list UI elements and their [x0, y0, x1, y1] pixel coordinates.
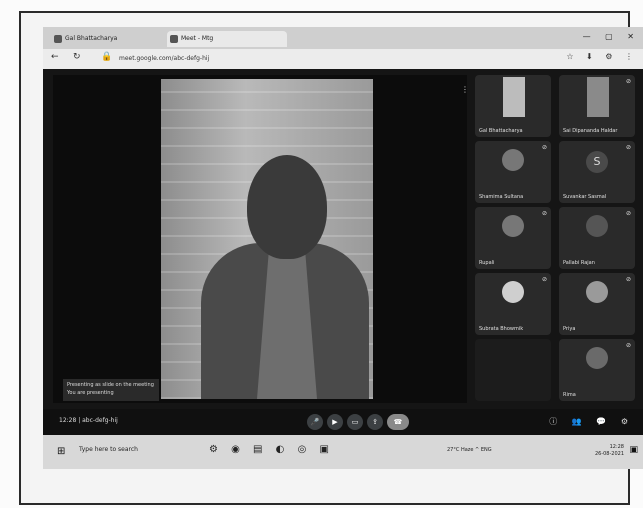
lock-icon: 🔒 — [101, 52, 113, 62]
url-field[interactable]: meet.google.com/abc-defg-hij — [119, 53, 499, 65]
notification-icon[interactable]: ▣ — [629, 445, 638, 455]
participant-initial: S — [586, 151, 608, 173]
present-button[interactable]: ⇪ — [367, 414, 383, 430]
participant-tile[interactable]: Shamima Sultana ⊘ — [475, 141, 551, 203]
clock-time: 12:28 — [609, 444, 624, 450]
window-controls[interactable]: — ▢ ✕ — [583, 32, 640, 41]
participant-avatar — [502, 149, 524, 171]
monitor-frame: Gal Bhattacharya Meet - Mtg — ▢ ✕ ← ↻ 🔒 … — [19, 11, 643, 505]
refresh-icon[interactable]: ↻ — [73, 52, 81, 62]
participant-name: Suvankar Sasmal — [563, 194, 607, 200]
participant-tile[interactable]: Subrata Bhowmik ⊘ — [475, 273, 551, 335]
mic-off-icon: ⊘ — [541, 210, 547, 217]
clock[interactable]: 12:28 26-08-2021 — [595, 444, 624, 458]
participant-tile[interactable]: S Suvankar Sasmal ⊘ — [559, 141, 635, 203]
taskbar-search[interactable]: Type here to search — [79, 446, 138, 453]
address-bar-row: ← ↻ 🔒 meet.google.com/abc-defg-hij ☆ ⬇ ⚙… — [43, 49, 643, 69]
speaker-video — [161, 79, 373, 399]
tab-1[interactable]: Gal Bhattacharya — [51, 31, 155, 47]
participant-name: Gal Bhattacharya — [479, 128, 523, 134]
meeting-code: 12:28 | abc-defg-hij — [59, 417, 118, 424]
camera-button[interactable]: ▶ — [327, 414, 343, 430]
clock-date: 26-08-2021 — [594, 451, 624, 457]
participant-name: Rima — [563, 392, 576, 398]
mic-off-icon: ⊘ — [541, 144, 547, 151]
captions-icon: ▭ — [351, 418, 359, 426]
back-icon[interactable]: ← — [51, 52, 59, 62]
meeting-area: ⋮ Presenting as slide on the meeting You… — [43, 69, 643, 409]
tab-2[interactable]: Meet - Mtg — [167, 31, 287, 47]
participant-avatar — [502, 281, 524, 303]
tab-2-label: Meet - Mtg — [181, 35, 214, 42]
participant-avatar — [586, 347, 608, 369]
participant-avatar — [586, 281, 608, 303]
participant-name: Rupali — [479, 260, 495, 266]
main-stage: ⋮ Presenting as slide on the meeting You… — [53, 75, 469, 403]
participant-tile[interactable]: Pallabi Rajan ⊘ — [559, 207, 635, 269]
leave-call-button[interactable]: ☎ — [387, 414, 409, 430]
participant-photo — [587, 77, 609, 117]
participant-tile[interactable]: Sai Dipananda Haldar ⊘ — [559, 75, 635, 137]
mic-off-icon: ⊘ — [625, 276, 631, 283]
mic-off-icon: ⊘ — [625, 210, 631, 217]
extension-icons[interactable]: ☆ ⬇ ⚙ ⋮ — [566, 52, 638, 61]
tab-favicon-icon — [54, 35, 62, 43]
mic-off-icon: ⊘ — [625, 144, 631, 151]
presenting-notice: Presenting as slide on the meeting You a… — [63, 379, 159, 401]
participant-tile[interactable]: Gal Bhattacharya — [475, 75, 551, 137]
windows-start-icon[interactable]: ⊞ — [57, 446, 65, 457]
participant-tile[interactable]: Rupali ⊘ — [475, 207, 551, 269]
meeting-controls: 12:28 | abc-defg-hij 🎤 ▶ ▭ ⇪ ☎ ⓘ 👥 💬 ⚙ — [43, 409, 643, 435]
screen: Gal Bhattacharya Meet - Mtg — ▢ ✕ ← ↻ 🔒 … — [43, 27, 643, 469]
mic-icon: 🎤 — [310, 418, 320, 426]
mic-off-icon: ⊘ — [625, 342, 631, 349]
presenting-notice-text: Presenting as slide on the meeting — [67, 382, 154, 388]
mic-button[interactable]: 🎤 — [307, 414, 323, 430]
participant-name: Shamima Sultana — [479, 194, 524, 200]
phone-icon: ☎ — [393, 418, 403, 426]
participant-name: Subrata Bhowmik — [479, 326, 524, 332]
participant-tile[interactable]: Rima ⊘ — [559, 339, 635, 401]
taskbar: ⊞ Type here to search ⚙ ◉ ▤ ◐ ◎ ▣ 27°C H… — [43, 435, 643, 469]
participant-photo — [503, 77, 525, 117]
speaker-head — [247, 155, 327, 259]
meet-favicon-icon — [170, 35, 178, 43]
participant-avatar — [502, 215, 524, 237]
taskbar-app-icons[interactable]: ⚙ ◉ ▤ ◐ ◎ ▣ — [209, 444, 334, 455]
captions-button[interactable]: ▭ — [347, 414, 363, 430]
participant-avatar — [586, 215, 608, 237]
participant-grid: Gal Bhattacharya Sai Dipananda Haldar ⊘ … — [475, 75, 639, 403]
mic-off-icon: ⊘ — [625, 78, 631, 85]
participant-name: Priya — [563, 326, 576, 332]
participant-tile[interactable]: Priya ⊘ — [559, 273, 635, 335]
participant-name: Pallabi Rajan — [563, 260, 595, 266]
tab-strip: Gal Bhattacharya Meet - Mtg — ▢ ✕ — [43, 27, 643, 49]
participant-name: Sai Dipananda Haldar — [563, 128, 618, 134]
presenting-notice-sub: You are presenting — [67, 390, 114, 396]
meeting-side-icons[interactable]: ⓘ 👥 💬 ⚙ — [549, 416, 634, 427]
tab-1-label: Gal Bhattacharya — [65, 35, 118, 42]
present-icon: ⇪ — [372, 418, 378, 426]
participant-tile[interactable] — [475, 339, 551, 401]
pin-icon[interactable]: ⋮ — [461, 85, 469, 94]
system-tray[interactable]: 27°C Haze ^ ENG — [447, 447, 492, 453]
scanned-page: Gal Bhattacharya Meet - Mtg — ▢ ✕ ← ↻ 🔒 … — [0, 0, 643, 508]
mic-off-icon: ⊘ — [541, 276, 547, 283]
camera-icon: ▶ — [332, 418, 338, 426]
